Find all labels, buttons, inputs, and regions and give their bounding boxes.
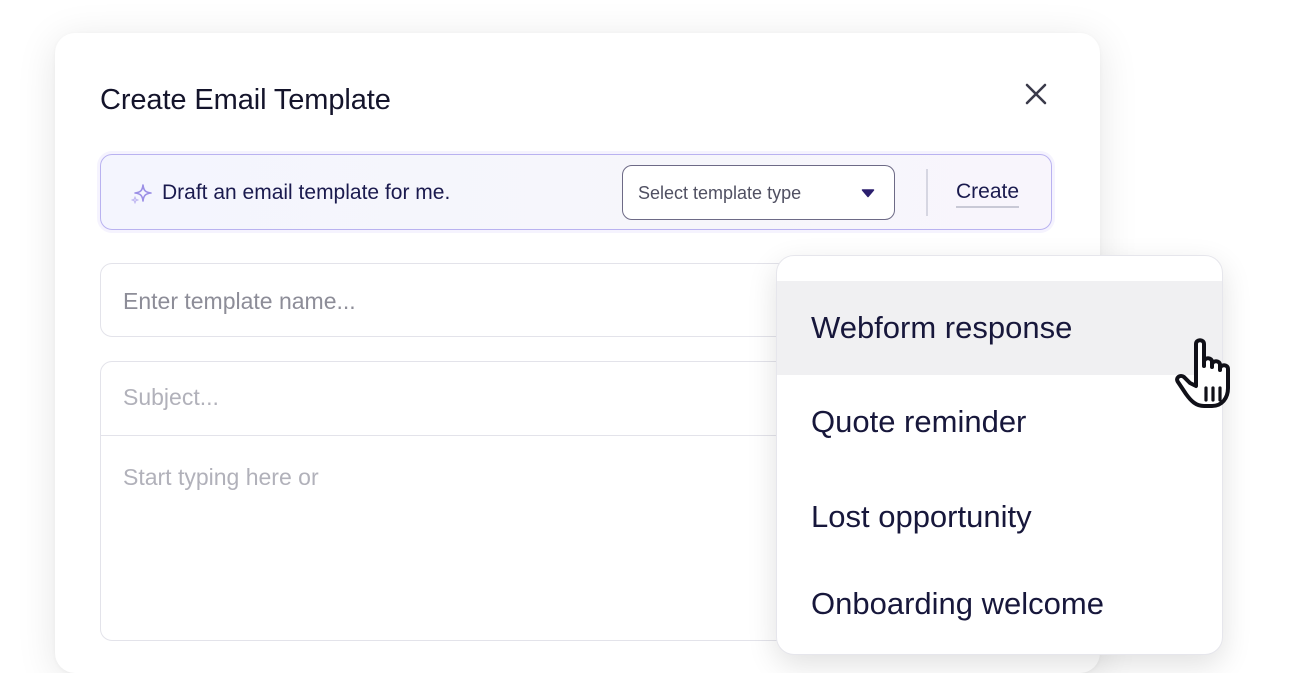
dropdown-option-label: Quote reminder [811,404,1027,439]
hand-pointer-cursor-icon [1175,338,1230,408]
template-name-placeholder: Enter template name... [123,288,356,314]
template-type-dropdown: Webform response Quote reminder Lost opp… [776,255,1223,655]
template-name-input[interactable]: Enter template name... [100,263,840,337]
dropdown-option-quote-reminder[interactable]: Quote reminder [777,375,1222,469]
template-type-select[interactable]: Select template type [622,165,895,220]
dropdown-option-lost-opportunity[interactable]: Lost opportunity [777,469,1222,563]
email-editor[interactable]: Subject... Start typing here or [100,361,840,641]
dialog-title: Create Email Template [100,84,391,116]
dropdown-option-label: Lost opportunity [811,499,1032,534]
subject-placeholder: Subject... [123,384,219,410]
create-button[interactable]: Create [956,180,1020,208]
caret-down-icon [861,189,875,198]
close-icon [1025,83,1047,105]
close-button[interactable] [1018,76,1054,112]
template-type-select-value: Select template type [638,183,802,203]
sparkle-icon [131,184,152,204]
body-placeholder: Start typing here or [123,464,319,490]
subject-field[interactable]: Subject... [101,362,839,436]
ai-bar-divider [926,169,928,216]
dropdown-option-onboarding-welcome[interactable]: Onboarding welcome [777,563,1222,654]
dropdown-option-webform-response[interactable]: Webform response [777,281,1222,375]
ai-prompt-text: Draft an email template for me. [162,181,451,204]
dropdown-option-label: Webform response [811,310,1073,345]
